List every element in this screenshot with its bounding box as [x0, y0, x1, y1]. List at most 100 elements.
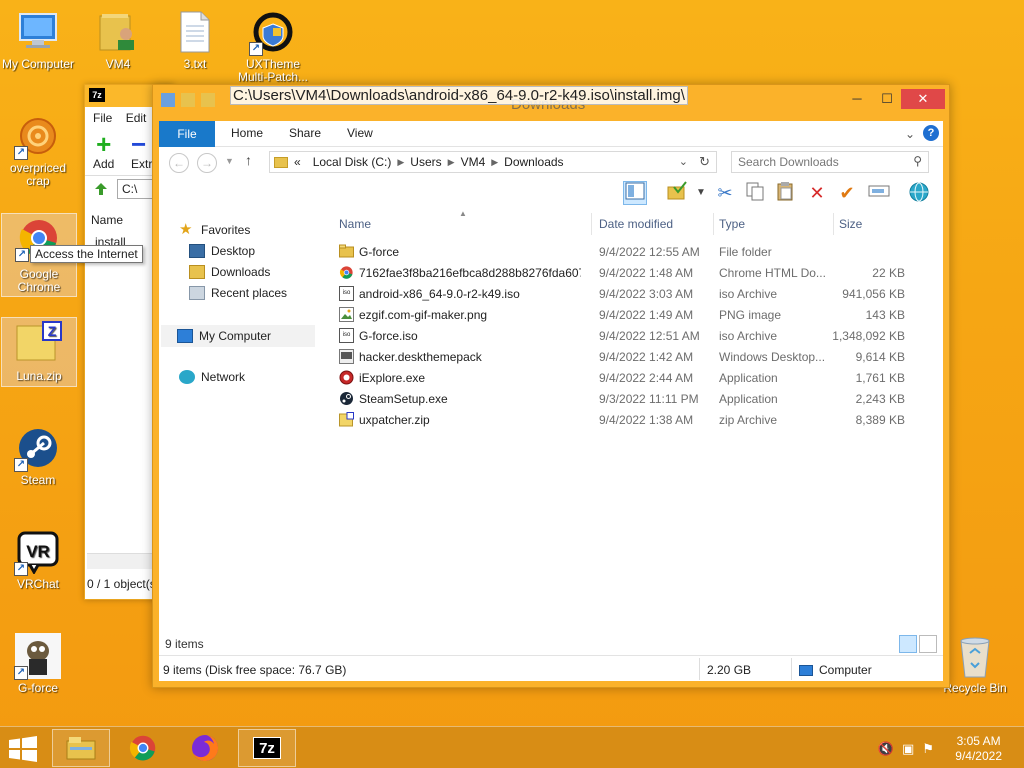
desktop-icon-vm4[interactable]: VM4 [80, 8, 156, 71]
delete-icon[interactable]: ✕ [805, 181, 829, 205]
details-view-icon[interactable] [899, 635, 917, 653]
breadcrumb-local-disk[interactable]: Local Disk (C:) [313, 155, 392, 169]
paste-icon[interactable] [773, 181, 797, 205]
minimize-button[interactable]: ─ [843, 89, 871, 109]
column-divider[interactable] [833, 213, 834, 235]
file-type: iso Archive [719, 287, 778, 301]
network-icon[interactable]: ▣ [902, 741, 914, 757]
table-row[interactable]: iso G-force.iso 9/4/2022 12:51 AM iso Archi… [329, 325, 929, 346]
taskbar-chrome[interactable] [114, 729, 172, 767]
properties-icon[interactable] [161, 93, 175, 107]
address-dropdown-icon[interactable]: ⌄ [679, 155, 688, 168]
breadcrumb-separator-icon[interactable]: ▶ [397, 157, 404, 168]
desktop-icon-steam[interactable]: ↗ Steam [0, 424, 76, 487]
address-prefix[interactable]: « [294, 155, 301, 169]
address-bar[interactable]: « Local Disk (C:) ▶ Users ▶ VM4 ▶ Downlo… [269, 151, 717, 173]
properties-check-icon[interactable]: ✔ [835, 181, 859, 205]
breadcrumb-separator-icon[interactable]: ▶ [491, 157, 498, 168]
desktop-icon-3txt[interactable]: 3.txt [157, 8, 233, 71]
desktop-icon-vrchat[interactable]: VR ↗ VRChat [0, 528, 76, 591]
new-folder-icon[interactable] [181, 93, 195, 107]
column-divider[interactable] [713, 213, 714, 235]
nav-recent-places[interactable]: Recent places [189, 286, 287, 300]
table-row[interactable]: hacker.deskthemepack 9/4/2022 1:42 AM Wind… [329, 346, 929, 367]
help-icon[interactable]: ? [923, 125, 939, 141]
table-row[interactable]: G-force 9/4/2022 12:55 AM File folder [329, 241, 929, 262]
nav-downloads[interactable]: Downloads [189, 265, 270, 279]
png-image-icon [339, 307, 354, 322]
select-checkmark-folder-icon[interactable] [665, 181, 689, 205]
recent-locations-chevron-icon[interactable]: ▼ [225, 156, 234, 166]
nav-network[interactable]: Network [179, 370, 245, 384]
table-row[interactable]: uxpatcher.zip 9/4/2022 1:38 AM zip Archive… [329, 409, 929, 430]
table-row[interactable]: iso android-x86_64-9.0-r2-k49.iso 9/4/2022… [329, 283, 929, 304]
clock-date: 9/4/2022 [955, 749, 1002, 763]
column-header-size[interactable]: Size [839, 217, 862, 231]
nav-desktop[interactable]: Desktop [189, 244, 255, 258]
table-row[interactable]: SteamSetup.exe 9/3/2022 11:11 PM Applicati… [329, 388, 929, 409]
desktop-icon-g-force[interactable]: ↗ G-force [0, 632, 76, 695]
file-name: android-x86_64-9.0-r2-k49.iso [359, 287, 520, 301]
desktop-icon-luna-zip[interactable]: Z Luna.zip [1, 317, 77, 387]
sevenzip-name-column[interactable]: Name [91, 213, 123, 227]
tab-view[interactable]: View [347, 126, 373, 140]
content-area: ★ Favorites Desktop Downloads Recent pla… [159, 209, 943, 655]
maximize-button[interactable]: ☐ [873, 89, 901, 109]
nav-my-computer[interactable]: My Computer [161, 325, 315, 347]
cut-icon[interactable]: ✂ [713, 181, 737, 205]
forward-button[interactable]: → [197, 153, 217, 173]
action-center-flag-icon[interactable]: ⚑ [922, 741, 934, 757]
sevenzip-add-button[interactable]: + Add [93, 131, 114, 171]
dropdown-arrow-icon[interactable]: ▼ [689, 181, 713, 205]
tab-file[interactable]: File [159, 121, 215, 147]
desktop-icon-uxtheme[interactable]: ↗ UXTheme Multi-Patch... [235, 8, 311, 84]
tab-home[interactable]: Home [231, 126, 263, 140]
recycle-bin-icon [951, 632, 999, 680]
clock[interactable]: 3:05 AM 9/4/2022 [955, 734, 1002, 764]
rename-icon[interactable] [867, 181, 891, 205]
file-type: Application [719, 392, 778, 406]
network-globe-icon[interactable] [907, 181, 931, 205]
file-name: iExplore.exe [359, 371, 426, 385]
sevenzip-menu-file[interactable]: File [93, 111, 112, 125]
large-icons-view-icon[interactable] [919, 635, 937, 653]
chrome-icon [129, 735, 156, 761]
search-input[interactable]: Search Downloads ⚲ [731, 151, 929, 173]
file-type: PNG image [719, 308, 782, 322]
sevenzip-logo-icon: 7z [89, 88, 105, 102]
taskbar-firefox[interactable] [176, 729, 234, 767]
folder-up-icon[interactable] [93, 181, 109, 197]
nav-favorites[interactable]: ★ Favorites [179, 222, 250, 237]
themepack-icon [339, 349, 354, 364]
folder-icon[interactable] [201, 93, 215, 107]
tab-share[interactable]: Share [289, 126, 321, 140]
breadcrumb-users[interactable]: Users [410, 155, 441, 169]
table-row[interactable]: ezgif.com-gif-maker.png 9/4/2022 1:49 AM P… [329, 304, 929, 325]
preview-pane-icon[interactable] [623, 181, 647, 205]
copy-icon[interactable] [743, 181, 767, 205]
column-header-name[interactable]: Name [339, 217, 371, 231]
ribbon-expand-chevron-icon[interactable]: ⌄ [905, 127, 915, 141]
taskbar-file-explorer[interactable] [52, 729, 110, 767]
back-button[interactable]: ← [169, 153, 189, 173]
column-header-type[interactable]: Type [719, 217, 745, 231]
steam-setup-icon [339, 391, 354, 406]
volume-muted-icon[interactable]: 🔇 [878, 741, 894, 757]
table-row[interactable]: iExplore.exe 9/4/2022 2:44 AM Application 1… [329, 367, 929, 388]
breadcrumb-separator-icon[interactable]: ▶ [448, 157, 455, 168]
taskbar-7zip[interactable]: 7z [238, 729, 296, 767]
column-header-date[interactable]: Date modified [599, 217, 673, 231]
refresh-icon[interactable]: ↻ [699, 154, 710, 170]
close-button[interactable]: ✕ [901, 89, 945, 109]
explorer-window[interactable]: Downloads ─ ☐ ✕ File Home Share View ⌄ ?… [152, 84, 950, 688]
nav-network-label: Network [201, 370, 246, 384]
desktop-icon-overpriced-crap[interactable]: ↗ overpriced crap [0, 112, 76, 188]
sevenzip-menu-edit[interactable]: Edit [126, 111, 147, 125]
breadcrumb-downloads[interactable]: Downloads [504, 155, 563, 169]
start-button[interactable] [8, 736, 38, 762]
column-divider[interactable] [591, 213, 592, 235]
table-row[interactable]: 7162fae3f8ba216efbca8d288b8276fda607... 9… [329, 262, 929, 283]
desktop-icon-my-computer[interactable]: My Computer [0, 8, 76, 71]
breadcrumb-vm4[interactable]: VM4 [461, 155, 486, 169]
up-button[interactable]: ↑ [245, 152, 252, 168]
